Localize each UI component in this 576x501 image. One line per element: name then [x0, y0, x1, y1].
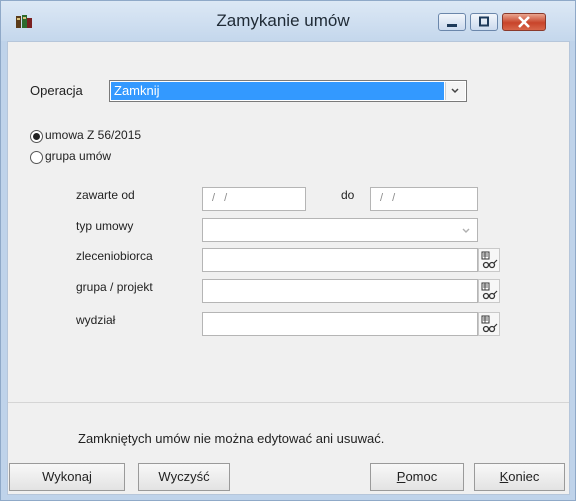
contractor-lookup-button[interactable] [478, 248, 500, 272]
radio-selected-dot [33, 133, 40, 140]
close-button[interactable]: Koniec [474, 463, 565, 491]
date-from-input[interactable]: / / [202, 187, 306, 211]
close-label-rest: oniec [508, 469, 540, 484]
date-to-label: do [341, 188, 355, 202]
radio-contract-group[interactable] [30, 151, 43, 164]
operation-selected-value: Zamknij [111, 82, 444, 100]
radio-single-contract[interactable] [30, 130, 43, 143]
help-button[interactable]: Pomoc [370, 463, 464, 491]
department-lookup-button[interactable] [478, 312, 500, 336]
contract-type-label: typ umowy [76, 219, 134, 233]
lookup-binoculars-icon [481, 282, 498, 300]
maximize-icon [479, 16, 489, 27]
contractor-label: zleceniobiorca [76, 249, 153, 263]
department-label: wydział [76, 313, 116, 327]
chevron-down-icon [462, 228, 470, 233]
operation-select[interactable]: Zamknij [109, 80, 467, 102]
close-icon [518, 16, 530, 28]
group-project-input[interactable] [202, 279, 478, 303]
minimize-icon [447, 24, 457, 27]
close-accelerator: K [499, 469, 509, 484]
contractor-input[interactable] [202, 248, 478, 272]
operation-dropdown-button[interactable] [445, 82, 465, 100]
minimize-button[interactable] [438, 13, 466, 31]
clear-button[interactable]: Wyczyść [138, 463, 230, 491]
title-bar[interactable]: Zamykanie umów [1, 1, 575, 41]
lookup-binoculars-icon [481, 251, 498, 269]
dialog-window: Zamykanie umów Operacja Zamknij umowa Z … [0, 0, 576, 501]
divider [8, 402, 569, 403]
radio-single-contract-label[interactable]: umowa Z 56/2015 [45, 128, 141, 142]
help-label-rest: omoc [405, 469, 438, 484]
status-note: Zamkniętych umów nie można edytować ani … [78, 431, 385, 446]
group-project-label: grupa / projekt [76, 280, 153, 294]
department-input[interactable] [202, 312, 478, 336]
maximize-button[interactable] [470, 13, 498, 31]
date-from-value: / / [212, 192, 231, 204]
date-to-value: / / [380, 192, 399, 204]
lookup-binoculars-icon [481, 315, 498, 333]
date-to-input[interactable]: / / [370, 187, 478, 211]
execute-button[interactable]: Wykonaj [9, 463, 125, 491]
dialog-body: Operacja Zamknij umowa Z 56/2015 grupa u… [7, 41, 570, 495]
chevron-down-icon [451, 88, 459, 94]
group-project-lookup-button[interactable] [478, 279, 500, 303]
date-from-label: zawarte od [76, 188, 135, 202]
radio-contract-group-label[interactable]: grupa umów [45, 149, 111, 163]
operation-label: Operacja [30, 83, 83, 98]
close-window-button[interactable] [502, 13, 546, 31]
contract-type-select[interactable] [202, 218, 478, 242]
